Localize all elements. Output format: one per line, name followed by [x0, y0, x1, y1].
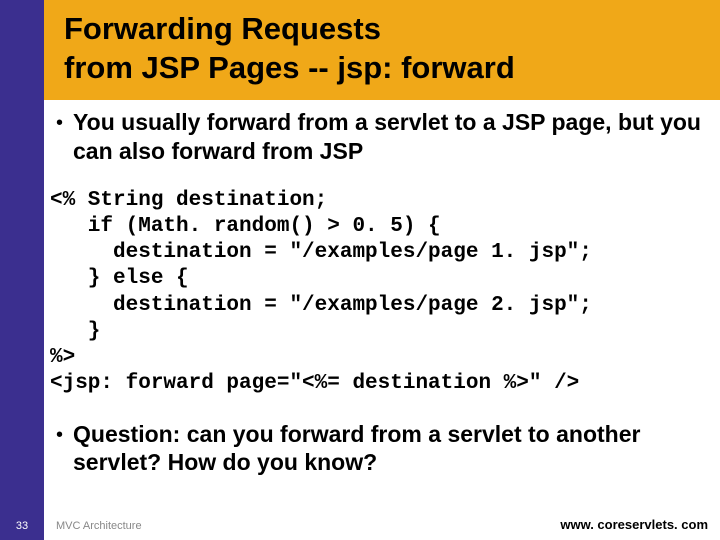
sidebar-accent	[0, 0, 44, 540]
title-line-1: Forwarding Requests	[64, 11, 381, 46]
page-number: 33	[12, 520, 32, 532]
bullet-2-text: Question: can you forward from a servlet…	[73, 420, 704, 478]
slide-content: • You usually forward from a servlet to …	[56, 108, 704, 487]
title-line-2: from JSP Pages -- jsp: forward	[64, 50, 515, 85]
slide-title: Forwarding Requests from JSP Pages -- js…	[64, 10, 515, 88]
bullet-1: • You usually forward from a servlet to …	[56, 108, 704, 166]
bullet-dot-icon: •	[56, 110, 63, 136]
bullet-dot-icon: •	[56, 422, 63, 448]
bullet-2: • Question: can you forward from a servl…	[56, 420, 704, 478]
footer-right: www. coreservlets. com	[560, 517, 708, 532]
code-block: <% String destination; if (Math. random(…	[50, 188, 704, 398]
footer-left: MVC Architecture	[56, 520, 142, 532]
bullet-1-text: You usually forward from a servlet to a …	[73, 108, 704, 166]
